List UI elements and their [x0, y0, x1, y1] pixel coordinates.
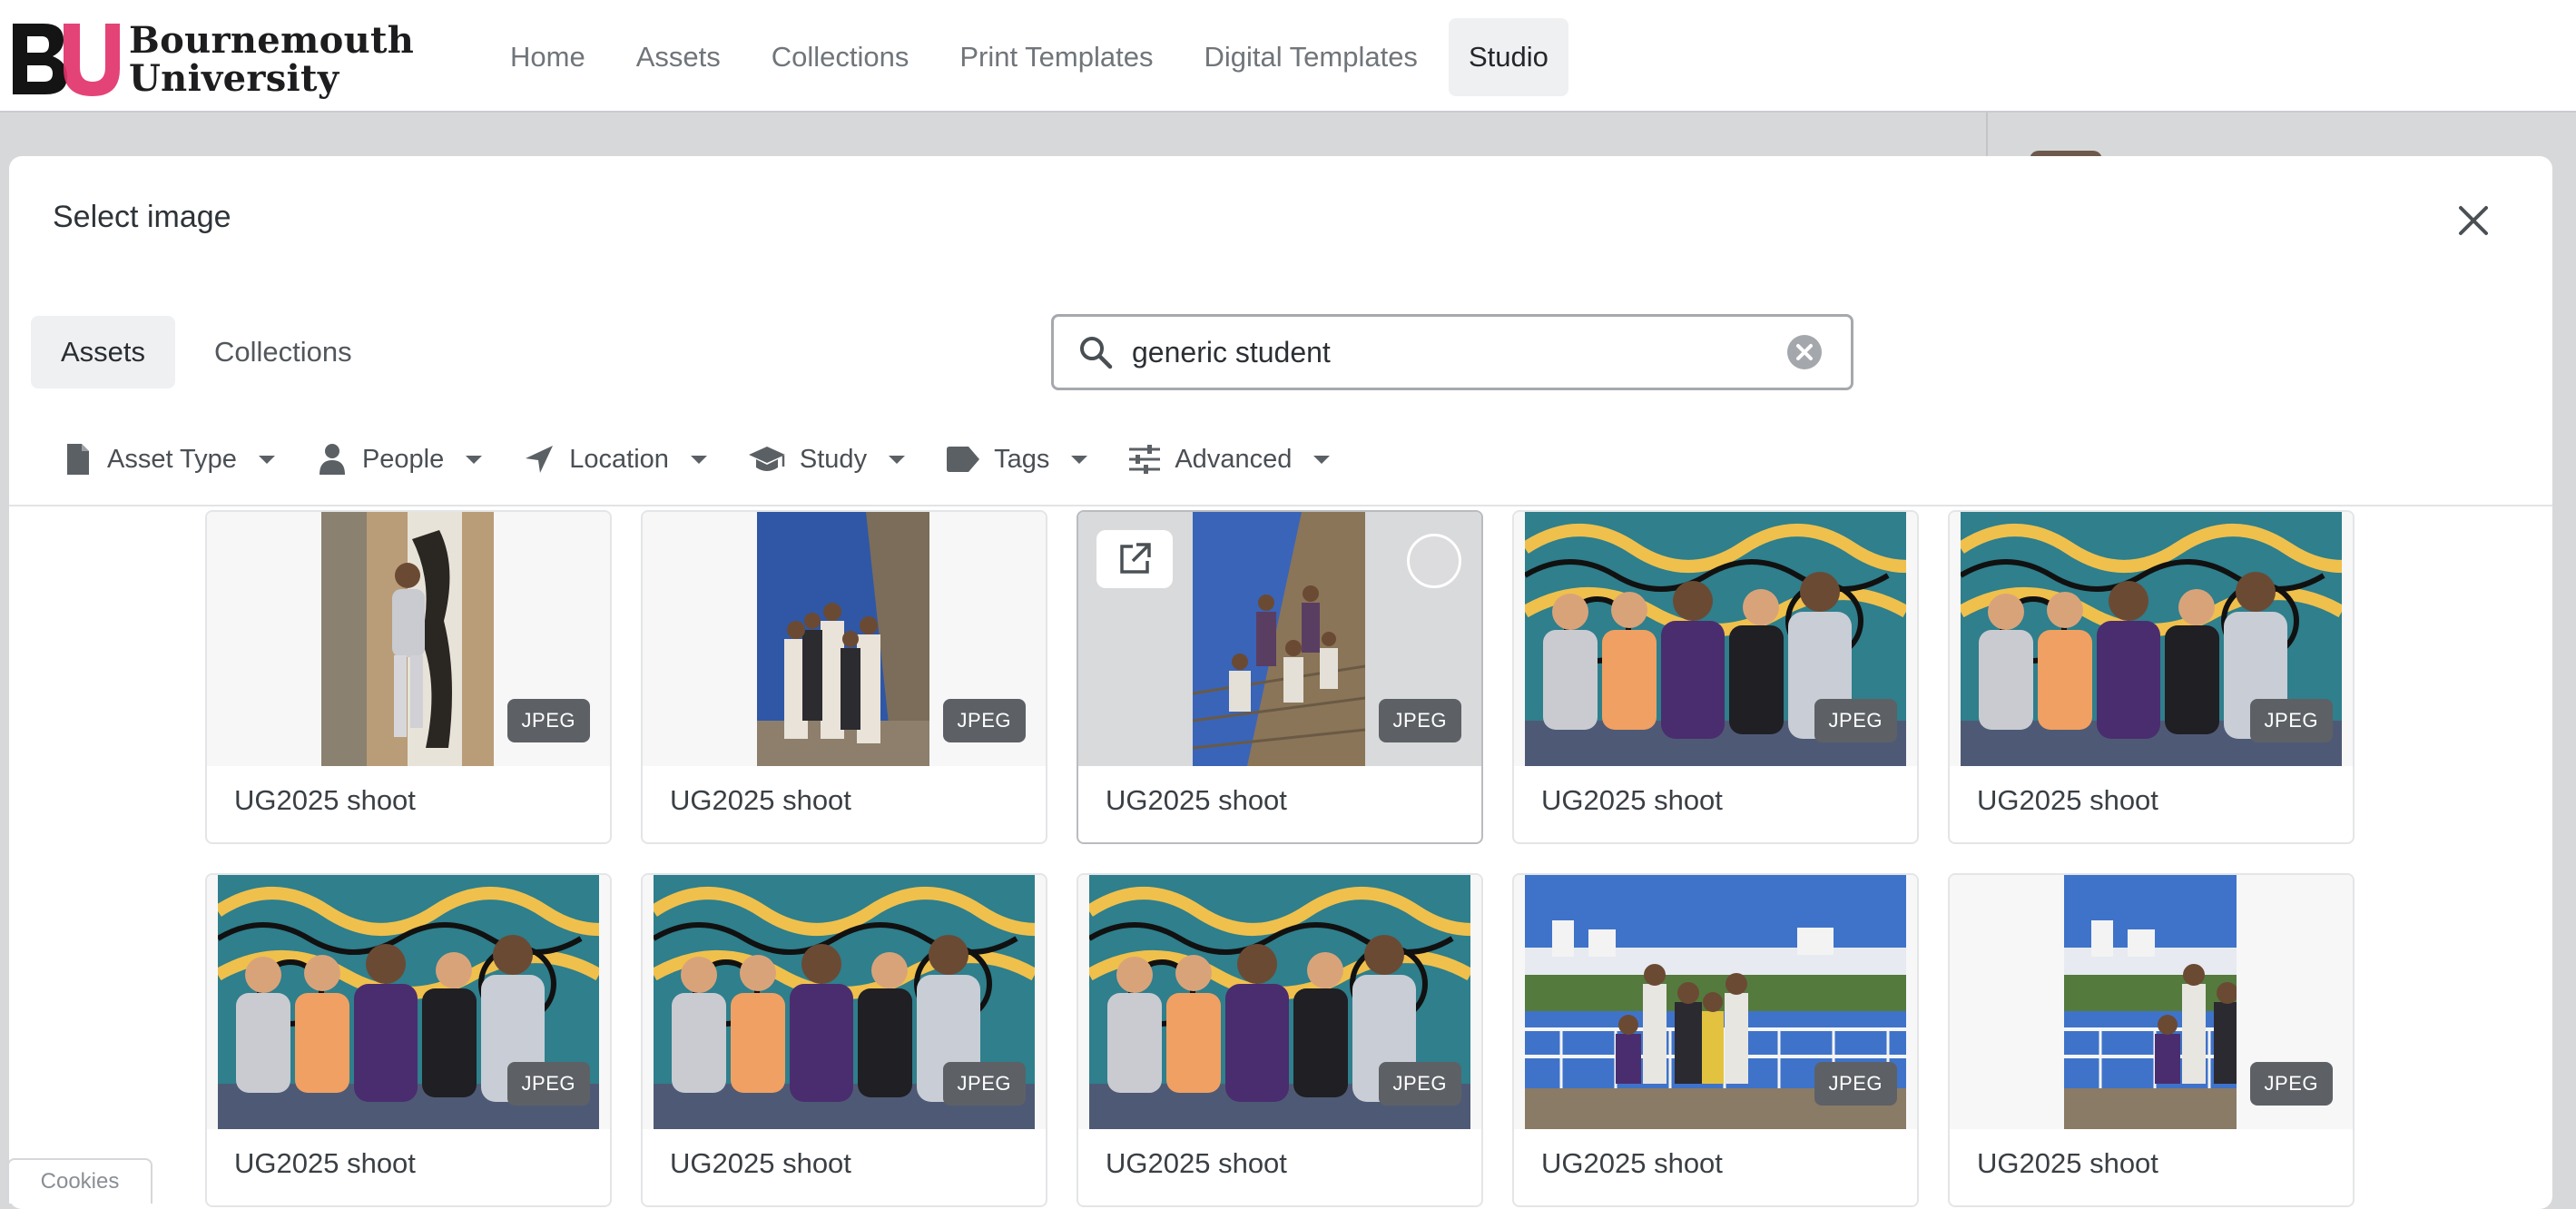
chevron-down-icon [1071, 456, 1088, 464]
asset-card[interactable]: JPEG UG2025 shoot [1948, 510, 2355, 844]
asset-title: UG2025 shoot [234, 784, 416, 816]
asset-title: UG2025 shoot [1106, 1147, 1287, 1179]
asset-title: UG2025 shoot [234, 1147, 416, 1179]
asset-card[interactable]: JPEG UG2025 shoot [1948, 873, 2355, 1207]
chevron-down-icon [258, 456, 275, 464]
format-badge: JPEG [1814, 699, 1897, 742]
tab-assets[interactable]: Assets [31, 316, 176, 388]
asset-photo [1193, 512, 1365, 766]
asset-photo [2064, 875, 2237, 1129]
asset-card[interactable]: JPEG UG2025 shoot [641, 510, 1047, 844]
university-name-line1: Bournemouth [129, 19, 415, 62]
filter-advanced[interactable]: Advanced [1127, 442, 1332, 477]
asset-title: UG2025 shoot [1541, 1147, 1723, 1179]
filter-label: Study [799, 444, 868, 474]
asset-photo [321, 512, 494, 766]
modal-title: Select image [53, 200, 231, 234]
asset-title: UG2025 shoot [670, 784, 851, 816]
tag-icon [947, 447, 980, 472]
format-badge: JPEG [942, 699, 1026, 742]
location-arrow-icon [526, 446, 554, 473]
document-icon [67, 444, 89, 475]
asset-card[interactable]: JPEG UG2025 shoot [641, 873, 1047, 1207]
graduation-cap-icon [748, 447, 785, 471]
search-icon [1080, 337, 1113, 369]
filter-divider [9, 505, 2552, 506]
asset-title: UG2025 shoot [1541, 784, 1723, 816]
format-badge: JPEG [1814, 1062, 1897, 1106]
asset-grid: JPEG UG2025 shoot JPEG UG2025 shoot JPEG UG… [205, 510, 2384, 1209]
asset-photo [757, 512, 929, 766]
nav-item-home[interactable]: Home [490, 18, 605, 96]
clear-search-icon[interactable] [1785, 333, 1824, 371]
source-tabs: Assets Collections [31, 316, 382, 388]
asset-title: UG2025 shoot [1106, 784, 1287, 816]
open-in-new-icon [1120, 543, 1151, 574]
asset-card[interactable]: JPEG UG2025 shoot [1512, 873, 1919, 1207]
university-logo[interactable]: Bournemouth University [7, 20, 414, 98]
format-badge: JPEG [1378, 1062, 1461, 1106]
university-name-line2: University [129, 57, 339, 100]
filter-location[interactable]: Location [522, 442, 709, 477]
filter-study[interactable]: Study [747, 442, 907, 477]
chevron-down-icon [690, 456, 707, 464]
asset-card[interactable]: JPEG UG2025 shoot [1512, 510, 1919, 844]
format-badge: JPEG [1378, 699, 1461, 742]
search-box [1051, 314, 1853, 390]
nav-item-print-templates[interactable]: Print Templates [939, 18, 1173, 96]
search-input[interactable] [1130, 334, 1756, 370]
sliders-icon [1129, 445, 1161, 474]
close-button[interactable] [2451, 198, 2496, 243]
asset-card[interactable]: JPEG UG2025 shoot [205, 510, 612, 844]
tab-collections[interactable]: Collections [184, 316, 382, 388]
format-badge: JPEG [2249, 1062, 2333, 1106]
format-badge: JPEG [506, 699, 590, 742]
open-in-new-button[interactable] [1096, 530, 1173, 588]
nav-item-studio[interactable]: Studio [1448, 18, 1568, 96]
filter-label: Asset Type [107, 444, 237, 474]
filter-label: Tags [994, 444, 1050, 474]
format-badge: JPEG [506, 1062, 590, 1106]
format-badge: JPEG [942, 1062, 1026, 1106]
chevron-down-icon [1313, 456, 1331, 464]
filter-bar: Asset Type People Location Study Tags Ad… [60, 432, 1370, 487]
main-nav: Home Assets Collections Print Templates … [490, 18, 1568, 96]
top-navigation-bar: Bournemouth University Home Assets Colle… [0, 0, 2576, 113]
asset-title: UG2025 shoot [1977, 784, 2158, 816]
filter-label: Advanced [1175, 444, 1293, 474]
asset-card[interactable]: JPEG UG2025 shoot [1077, 873, 1483, 1207]
filter-label: Location [569, 444, 669, 474]
format-badge: JPEG [2249, 699, 2333, 742]
asset-title: UG2025 shoot [1977, 1147, 2158, 1179]
asset-card[interactable]: JPEG UG2025 shoot [205, 873, 612, 1207]
chevron-down-icon [889, 456, 906, 464]
bu-logo-mark-icon [13, 24, 120, 96]
chevron-down-icon [466, 456, 483, 464]
nav-item-digital-templates[interactable]: Digital Templates [1184, 18, 1437, 96]
filter-people[interactable]: People [315, 442, 484, 477]
filter-label: People [361, 444, 445, 474]
asset-title: UG2025 shoot [670, 1147, 851, 1179]
filter-tags[interactable]: Tags [945, 442, 1089, 477]
close-icon [2459, 206, 2488, 235]
cookies-button[interactable]: Cookies [7, 1158, 152, 1204]
nav-item-assets[interactable]: Assets [616, 18, 741, 96]
person-icon [319, 444, 345, 475]
nav-item-collections[interactable]: Collections [752, 18, 929, 96]
asset-card[interactable]: JPEG UG2025 shoot [1077, 510, 1483, 844]
select-checkbox[interactable] [1407, 534, 1461, 588]
select-image-modal: Select image Assets Collections Asset Ty… [9, 156, 2552, 1209]
university-name: Bournemouth University [129, 22, 414, 98]
filter-asset-type[interactable]: Asset Type [60, 442, 277, 477]
